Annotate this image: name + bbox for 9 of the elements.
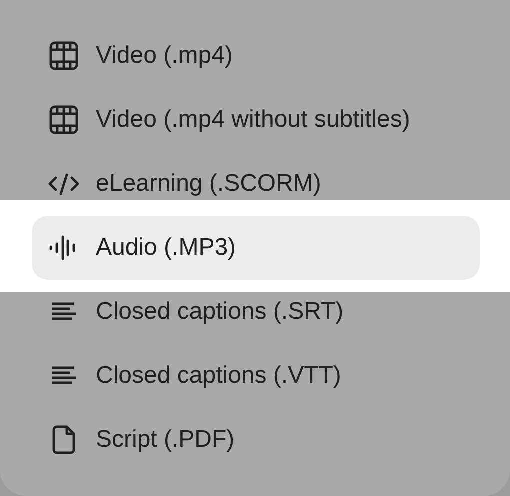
menu-item[interactable]: Closed captions (.VTT)	[32, 360, 480, 392]
menu-item[interactable]: Video (.mp4)	[32, 40, 480, 72]
film-icon	[48, 40, 80, 72]
menu-item[interactable]: Script (.PDF)	[32, 424, 480, 456]
film-icon	[48, 104, 80, 136]
menu-item[interactable]: Closed captions (.SRT)	[32, 296, 480, 328]
menu-item[interactable]: Audio (.MP3)	[32, 216, 480, 280]
menu-item[interactable]: Video (.mp4 without subtitles)	[32, 104, 480, 136]
menu-item[interactable]: eLearning (.SCORM)	[32, 168, 480, 200]
